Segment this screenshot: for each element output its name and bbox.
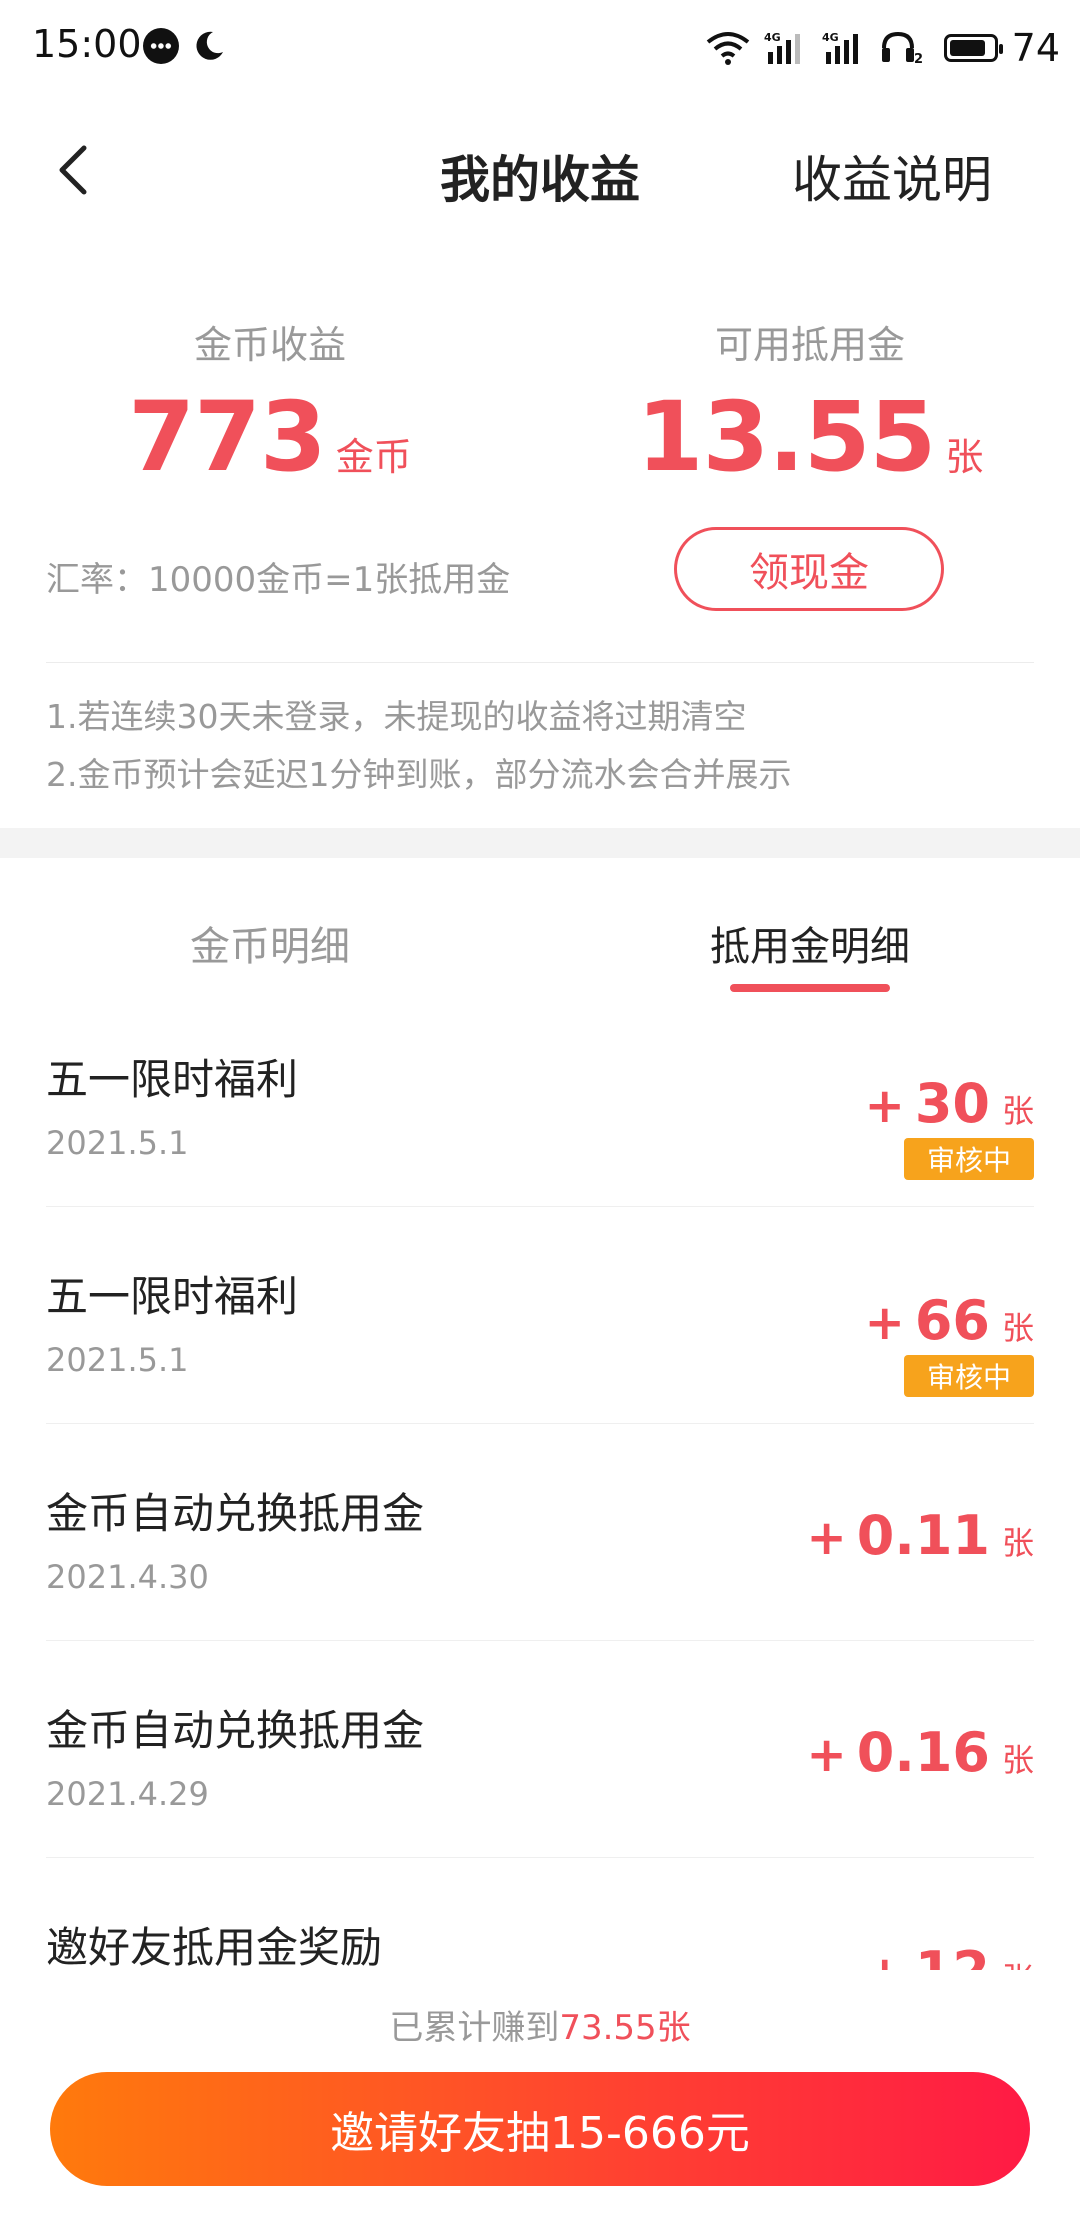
record-amount-unit: 张	[1001, 1741, 1034, 1779]
status-icons-left	[143, 28, 227, 64]
record-date: 2021.5.1	[46, 1341, 189, 1379]
record-amount-value: 30	[914, 1072, 990, 1135]
signal-4g-icon: 4G	[764, 31, 800, 64]
svg-text:4G: 4G	[764, 31, 781, 44]
record-sign: +	[865, 1946, 905, 1970]
record-amount: + 30 张	[865, 1072, 1034, 1135]
record-amount: + 12 张	[865, 1940, 1034, 1970]
voucher-unit: 张	[945, 435, 984, 479]
screen: 15:00 4G 4G 2 74 我的收益 收益说明 金币收益 773 金币 可…	[0, 0, 1080, 2232]
record-title: 五一限时福利	[46, 1272, 299, 1321]
record-sign: +	[806, 1510, 847, 1566]
record-title: 金币自动兑换抵用金	[46, 1706, 425, 1755]
list-item: 五一限时福利 2021.5.1 + 66 张 审核中	[46, 1207, 1034, 1424]
note-item: 2.金币预计会延迟1分钟到账，部分流水会合并展示	[46, 755, 792, 794]
section-gap	[0, 828, 1080, 858]
record-amount: + 66 张	[865, 1289, 1034, 1352]
records-list[interactable]: 五一限时福利 2021.5.1 + 30 张 审核中 五一限时福利 2021.5…	[0, 990, 1080, 1970]
moon-icon	[196, 31, 223, 60]
record-amount: + 0.11 张	[807, 1504, 1034, 1567]
svg-text:4G: 4G	[822, 31, 839, 44]
accumulated-earnings: 已累计赚到73.55张	[0, 2000, 1080, 2049]
record-sign: +	[864, 1078, 905, 1134]
battery-icon	[943, 34, 1003, 62]
list-item: 金币自动兑换抵用金 2021.4.30 + 0.11 张	[46, 1424, 1034, 1641]
record-title: 五一限时福利	[46, 1055, 299, 1104]
invite-friends-button[interactable]: 邀请好友抽15-666元	[50, 2072, 1030, 2186]
status-badge: 审核中	[904, 1355, 1034, 1397]
record-title: 金币自动兑换抵用金	[46, 1489, 425, 1538]
record-amount-unit: 张	[1002, 1954, 1034, 1970]
record-amount: + 0.16 张	[807, 1721, 1034, 1784]
earnings-summary: 金币收益 773 金币 可用抵用金 13.55 张 汇率：10000金币=1张抵…	[0, 252, 1080, 828]
record-date: 2021.5.1	[46, 1124, 189, 1162]
record-amount-unit: 张	[1001, 1309, 1034, 1347]
tab-coin-details[interactable]: 金币明细	[0, 914, 540, 972]
record-amount-value: 0.16	[856, 1721, 990, 1784]
withdraw-cash-button[interactable]: 领现金	[674, 527, 944, 611]
record-date: 2021.4.30	[46, 1558, 209, 1596]
exchange-rate-text: 汇率：10000金币=1张抵用金	[46, 560, 511, 600]
battery-level: 74	[1011, 26, 1060, 70]
notes: 1.若连续30天未登录，未提现的收益将过期清空 2.金币预计会延迟1分钟到账，部…	[46, 688, 791, 804]
record-amount-value: 66	[914, 1289, 990, 1352]
accumulated-value: 73.55张	[559, 2008, 691, 2048]
status-icons-right: 4G 4G 2 74	[706, 26, 1060, 70]
earnings-explanation-link[interactable]: 收益说明	[792, 140, 992, 212]
hd-icon: 2	[881, 31, 923, 66]
record-sign: +	[806, 1727, 847, 1783]
status-bar: 15:00 4G 4G 2 74	[0, 0, 1080, 96]
list-item: 金币自动兑换抵用金 2021.4.29 + 0.16 张	[46, 1641, 1034, 1858]
coin-earnings-panel: 金币收益 773 金币	[0, 314, 540, 493]
voucher-panel: 可用抵用金 13.55 张	[540, 314, 1080, 493]
record-amount-unit: 张	[1001, 1092, 1034, 1130]
list-item: 邀好友抵用金奖励 + 12 张	[46, 1858, 1034, 1970]
voucher-value-row: 13.55 张	[540, 381, 1080, 493]
voucher-value: 13.55	[636, 381, 937, 493]
status-time: 15:00	[32, 22, 142, 66]
divider	[46, 662, 1034, 663]
record-title: 邀好友抵用金奖励	[46, 1923, 383, 1970]
accumulated-prefix: 已累计赚到	[389, 2008, 560, 2048]
voucher-label: 可用抵用金	[714, 323, 905, 367]
nav-bar: 我的收益 收益说明	[0, 96, 1080, 252]
coin-earnings-label: 金币收益	[193, 323, 346, 367]
signal-4g-icon: 4G	[822, 31, 858, 64]
record-amount-value: 12	[915, 1940, 990, 1970]
footer: 已累计赚到73.55张 邀请好友抽15-666元	[0, 1970, 1080, 2232]
record-date: 2021.4.29	[46, 1775, 209, 1813]
tab-voucher-details[interactable]: 抵用金明细	[540, 914, 1080, 972]
list-item: 五一限时福利 2021.5.1 + 30 张 审核中	[46, 990, 1034, 1207]
wifi-icon	[706, 32, 749, 65]
coin-earnings-value: 773	[128, 381, 326, 493]
svg-text:2: 2	[914, 52, 923, 66]
status-badge: 审核中	[904, 1138, 1034, 1180]
record-amount-value: 0.11	[856, 1504, 990, 1567]
message-icon	[143, 28, 179, 64]
coin-earnings-value-row: 773 金币	[0, 381, 540, 493]
record-sign: +	[864, 1295, 905, 1351]
record-amount-unit: 张	[1001, 1524, 1034, 1562]
note-item: 1.若连续30天未登录，未提现的收益将过期清空	[46, 697, 747, 736]
coin-earnings-unit: 金币	[335, 435, 412, 479]
detail-tabs: 金币明细 抵用金明细	[0, 858, 1080, 992]
